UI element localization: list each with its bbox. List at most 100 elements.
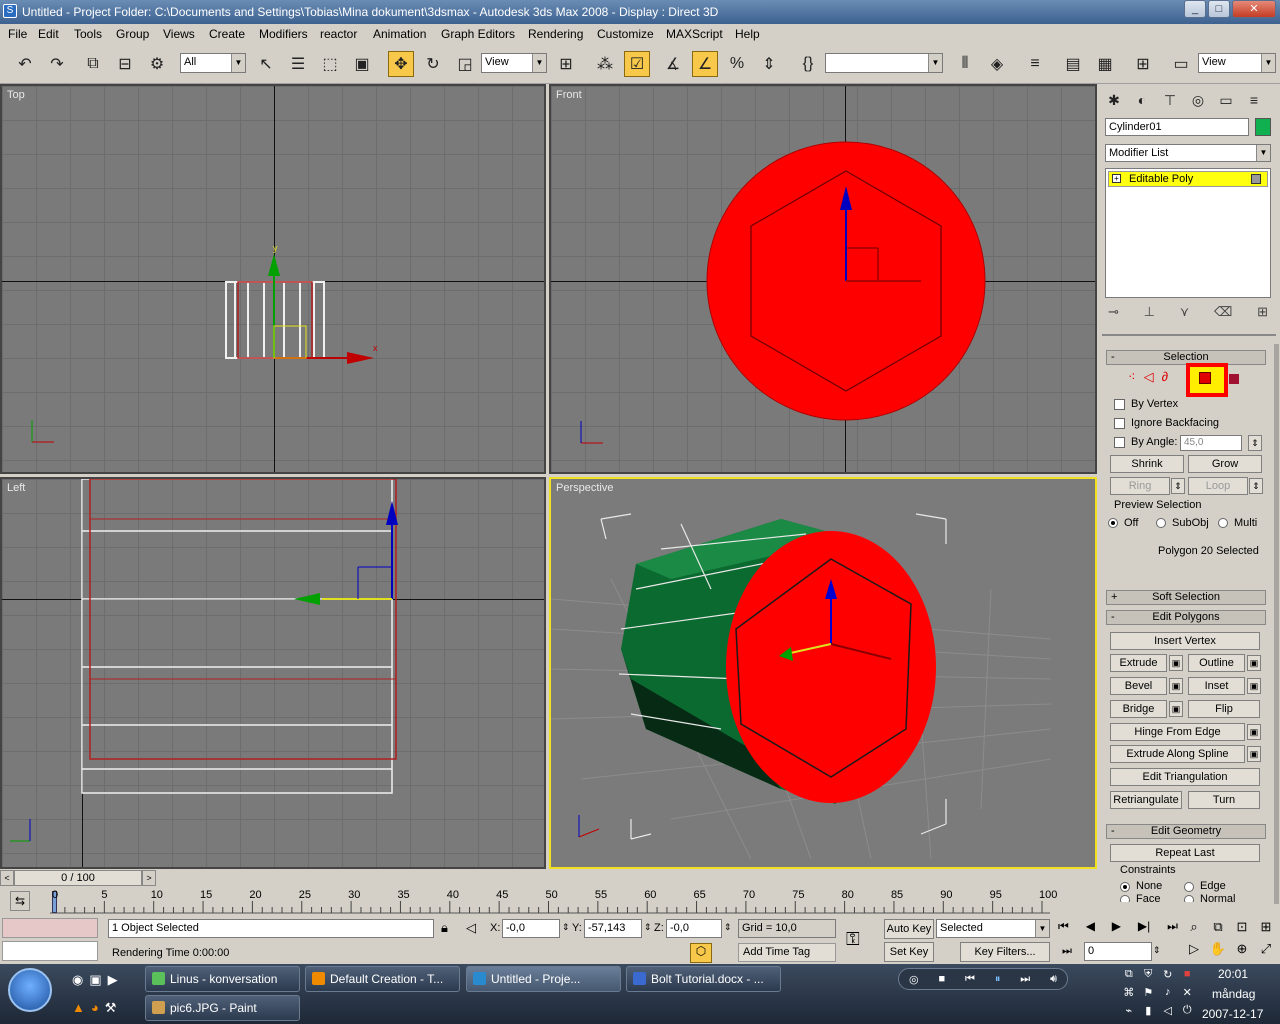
redo-icon[interactable]: ↷ <box>44 51 70 77</box>
time-slider[interactable]: 0 / 100 <box>14 870 142 886</box>
zoom-icon[interactable]: ⌕ <box>1182 919 1206 941</box>
tray-app-icon[interactable]: ⌘ <box>1120 986 1138 1002</box>
ring-button[interactable]: Ring <box>1110 477 1170 495</box>
go-to-end-icon[interactable]: ⏭ <box>1167 919 1178 939</box>
ignore-backfacing-checkbox[interactable] <box>1114 418 1125 429</box>
z-spinner-icon[interactable]: ⇕ <box>724 922 732 933</box>
lock-selection-icon[interactable]: 🔒︎ <box>441 920 448 936</box>
next-track-icon[interactable]: ⏭ <box>1020 973 1030 986</box>
tray-x-icon[interactable]: ✕ <box>1179 986 1197 1002</box>
firefox-icon[interactable]: ◕ <box>91 1000 99 1016</box>
next-frame-icon[interactable]: > <box>142 870 156 886</box>
by-angle-checkbox[interactable] <box>1114 437 1125 448</box>
select-by-name-icon[interactable]: ☰ <box>285 51 311 77</box>
tray-sync-icon[interactable]: ↻ <box>1159 968 1177 984</box>
prev-frame-icon[interactable]: < <box>0 870 14 886</box>
scale-icon[interactable]: ◲ <box>452 51 478 77</box>
tray-flag-icon[interactable]: ⚑ <box>1140 986 1158 1002</box>
key-mode-toggle-icon[interactable]: ⏭ <box>1062 945 1072 958</box>
tray-power-icon[interactable]: ⏻ <box>1179 1004 1197 1020</box>
preview-multi-radio[interactable] <box>1218 518 1228 528</box>
auto-key-button[interactable]: Auto Key <box>884 919 934 939</box>
tray-battery-icon[interactable]: ▮ <box>1140 1004 1158 1020</box>
menu-rendering[interactable]: Rendering <box>528 27 583 41</box>
task-default-creation[interactable]: Default Creation - T... <box>305 966 460 992</box>
select-manipulate-icon[interactable]: ⁂ <box>592 51 618 77</box>
bridge-settings-icon[interactable]: ▣ <box>1169 701 1183 717</box>
task-bolt-tutorial[interactable]: Bolt Tutorial.docx - ... <box>626 966 781 992</box>
layer-icon[interactable]: ≡ <box>1022 51 1048 77</box>
insert-vertex-button[interactable]: Insert Vertex <box>1110 632 1260 650</box>
view-dropdown[interactable]: View ▼ <box>1198 53 1276 73</box>
set-key-button[interactable]: Set Key <box>884 942 934 962</box>
x-coordinate-field[interactable]: -0,0 <box>502 919 560 938</box>
x-spinner-icon[interactable]: ⇕ <box>562 922 570 933</box>
material-editor-icon[interactable]: ⊞ <box>1130 51 1156 77</box>
element-mode-icon[interactable] <box>1229 374 1239 384</box>
pivot-icon[interactable]: ⊞ <box>553 51 579 77</box>
hinge-settings-icon[interactable]: ▣ <box>1247 724 1261 740</box>
align-icon[interactable]: ◈ <box>984 51 1010 77</box>
preview-off-radio[interactable] <box>1108 518 1118 528</box>
menu-group[interactable]: Group <box>116 27 149 41</box>
clock-time[interactable]: 20:01 <box>1218 967 1248 981</box>
rect-region-icon[interactable]: ⬚ <box>317 51 343 77</box>
viewport-front[interactable]: Front <box>549 84 1097 474</box>
constraint-none-radio[interactable] <box>1120 882 1130 892</box>
bridge-button[interactable]: Bridge <box>1110 700 1167 718</box>
keyboard-shortcut-icon[interactable]: ☑ <box>624 51 650 77</box>
pause-icon[interactable]: ⏸ <box>995 973 1001 986</box>
schematic-icon[interactable]: ▦ <box>1092 51 1118 77</box>
zoom-extents-icon[interactable]: ⊡ <box>1230 919 1254 941</box>
turn-button[interactable]: Turn <box>1188 791 1260 809</box>
polygon-mode-button[interactable] <box>1186 363 1228 397</box>
window-crossing-icon[interactable]: ▣ <box>349 51 375 77</box>
task-linus-konversation[interactable]: Linus - konversation <box>145 966 300 992</box>
tray-network-icon[interactable]: ⧉ <box>1120 968 1138 984</box>
key-mode-dropdown[interactable]: Selected ▼ <box>936 919 1050 938</box>
y-spinner-icon[interactable]: ⇕ <box>644 922 652 933</box>
hinge-from-edge-button[interactable]: Hinge From Edge <box>1110 723 1245 741</box>
stack-toggle-icon[interactable] <box>1251 174 1261 184</box>
current-frame-field[interactable]: 0 <box>1084 942 1152 961</box>
field-of-view-icon[interactable]: ▷ <box>1182 941 1206 963</box>
configure-modifier-sets-icon[interactable]: ⊞ <box>1257 304 1268 322</box>
close-button[interactable]: ✕ <box>1232 0 1276 18</box>
unlink-icon[interactable]: ⊟ <box>112 51 138 77</box>
absolute-mode-icon[interactable]: ◁ <box>466 920 476 936</box>
angle-spinner-arrows[interactable]: ⇕ <box>1248 435 1262 451</box>
frame-spinner-icon[interactable]: ⇕ <box>1153 945 1161 956</box>
menu-help[interactable]: Help <box>735 27 760 41</box>
named-sets-icon[interactable]: {} <box>795 51 821 77</box>
tray-usb-icon[interactable]: ⌁ <box>1120 1004 1138 1020</box>
show-desktop-icon[interactable]: ▣ <box>89 972 101 988</box>
angle-snap-icon[interactable]: ∠ <box>692 51 718 77</box>
track-bar-toggle-icon[interactable]: ⇆ <box>10 891 30 911</box>
angle-spinner[interactable]: 45,0 <box>1180 435 1242 451</box>
link-icon[interactable]: ⧉ <box>80 51 106 77</box>
messenger-icon[interactable]: ◉ <box>72 972 83 988</box>
menu-reactor[interactable]: reactor <box>320 27 357 41</box>
tray-audio-icon[interactable]: ♪ <box>1159 986 1177 1002</box>
loop-spinner[interactable]: ⇕ <box>1249 478 1263 494</box>
edit-triangulation-button[interactable]: Edit Triangulation <box>1110 768 1260 786</box>
bevel-button[interactable]: Bevel <box>1110 677 1167 695</box>
prev-track-icon[interactable]: ⏮ <box>965 973 975 986</box>
percent-snap-icon[interactable]: % <box>724 51 750 77</box>
selection-filter-dropdown[interactable]: All ▼ <box>180 53 246 73</box>
y-coordinate-field[interactable]: -57,143 <box>584 919 642 938</box>
add-time-tag-button[interactable]: Add Time Tag <box>738 943 836 962</box>
viewport-left[interactable]: Left <box>0 477 546 869</box>
clock-date[interactable]: 2007-12-17 <box>1202 1007 1263 1021</box>
soft-selection-rollout-header[interactable]: + Soft Selection <box>1106 590 1266 605</box>
by-vertex-checkbox[interactable] <box>1114 399 1125 410</box>
show-end-result-icon[interactable]: ⊥ <box>1144 304 1155 322</box>
extrude-spline-settings-icon[interactable]: ▣ <box>1247 746 1261 762</box>
extrude-button[interactable]: Extrude <box>1110 654 1167 672</box>
task-3dsmax-untitled[interactable]: Untitled - Proje... <box>466 966 621 992</box>
spinner-snap-icon[interactable]: ⇕ <box>756 51 782 77</box>
app-icon[interactable]: S <box>3 4 17 18</box>
menu-animation[interactable]: Animation <box>373 27 426 41</box>
inset-settings-icon[interactable]: ▣ <box>1247 678 1261 694</box>
z-coordinate-field[interactable]: -0,0 <box>666 919 722 938</box>
